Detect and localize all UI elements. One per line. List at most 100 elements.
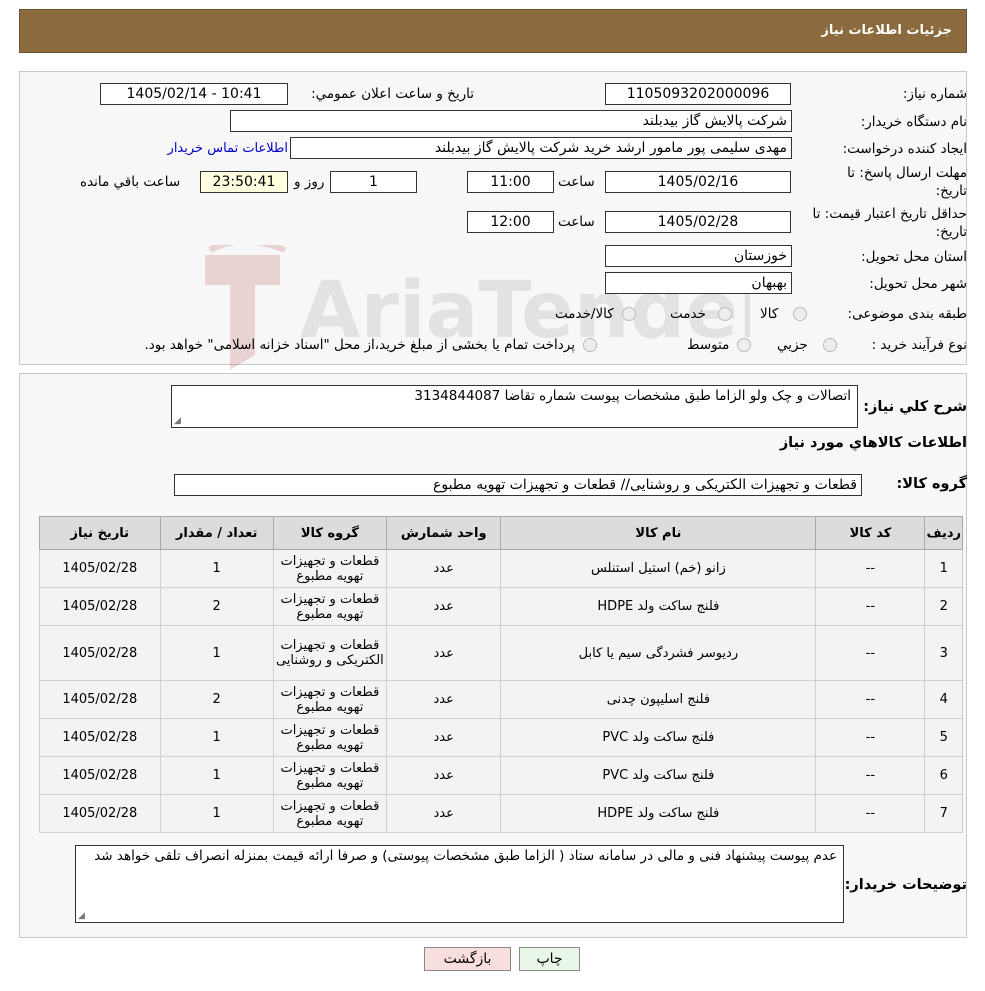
cell-group: قطعات و تجهیزات تهویه مطبوع [272, 587, 388, 626]
purchase-radio-medium[interactable] [737, 338, 751, 352]
announce-label: تاریخ و ساعت اعلان عمومي: [311, 86, 474, 102]
buyer-org-label: نام دستگاه خریدار: [860, 114, 967, 130]
validity-time-field: 12:00 [467, 211, 554, 233]
cell-group: قطعات و تجهیزات تهویه مطبوع [272, 680, 388, 719]
col-header-group: گروه کالا [272, 516, 388, 550]
cell-unit: عدد [386, 794, 502, 833]
items-table: رديف کد کالا نام کالا واحد شمارش گروه کا… [39, 516, 963, 833]
back-button[interactable]: بازگشت [424, 947, 511, 971]
province-label: استان محل تحویل: [861, 249, 967, 265]
resize-handle-icon[interactable]: ◢ [174, 416, 181, 426]
category-label: طبقه بندی موضوعی: [847, 306, 967, 322]
col-header-quantity: تعداد / مقدار [159, 516, 274, 550]
cell-item-code: -- [815, 680, 926, 719]
validity-label: حداقل تاریخ اعتبار قیمت: تا [812, 206, 967, 222]
table-row: 5 -- فلنج ساکت ولد PVC عدد قطعات و تجهیز… [39, 718, 963, 757]
cell-item-name: زانو (خم) استیل استنلس [500, 549, 817, 588]
cell-unit: عدد [386, 625, 502, 681]
resize-handle-icon[interactable]: ◢ [78, 911, 85, 921]
creator-label: ایجاد کننده درخواست: [842, 141, 967, 157]
cell-item-code: -- [815, 794, 926, 833]
summary-text: اتصالات و چک ولو الزاما طبق مشخصات پیوست… [414, 388, 851, 404]
col-header-need-date: تاريخ نياز [39, 516, 161, 550]
table-header-row: رديف کد کالا نام کالا واحد شمارش گروه کا… [39, 516, 963, 550]
buyer-notes-field: عدم پیوست پیشنهاد فنی و مالی در سامانه س… [75, 845, 844, 923]
table-row: 7 -- فلنج ساکت ولد HDPE عدد قطعات و تجهی… [39, 794, 963, 833]
cell-need-date: 1405/02/28 [39, 587, 161, 626]
validity-time-label: ساعت [558, 214, 595, 230]
announce-date-field: 1405/02/14 - 10:41 [100, 83, 288, 105]
cell-item-code: -- [815, 718, 926, 757]
buyer-contact-link[interactable]: اطلاعات تماس خریدار [168, 141, 288, 156]
cell-item-name: فلنج اسلیپون چدنی [500, 680, 817, 719]
table-row: 1 -- زانو (خم) استیل استنلس عدد قطعات و … [39, 549, 963, 588]
cell-need-date: 1405/02/28 [39, 794, 161, 833]
purchase-note: پرداخت تمام یا بخشی از مبلغ خرید،از محل … [144, 337, 575, 353]
cell-row-number: 3 [924, 625, 963, 681]
cell-quantity: 2 [159, 587, 274, 626]
page-header: جزئیات اطلاعات نیاز [19, 9, 967, 53]
summary-label: شرح کلي نياز: [863, 399, 967, 415]
purchase-radio-minor[interactable] [823, 338, 837, 352]
cell-need-date: 1405/02/28 [39, 625, 161, 681]
cell-quantity: 1 [159, 549, 274, 588]
purchase-option-medium: متوسط [687, 337, 730, 353]
cell-item-code: -- [815, 549, 926, 588]
buyer-notes-label: توضيحات خريدار: [844, 877, 967, 893]
cell-group: قطعات و تجهیزات تهویه مطبوع [272, 549, 388, 588]
cell-item-code: -- [815, 587, 926, 626]
goods-group-label: گروه کالا: [896, 476, 967, 492]
table-row: 4 -- فلنج اسلیپون چدنی عدد قطعات و تجهیز… [39, 680, 963, 719]
city-label: شهر محل تحویل: [869, 276, 967, 292]
cell-group: قطعات و تجهیزات الکتریکی و روشنایی [272, 625, 388, 681]
validity-date-field: 1405/02/28 [605, 211, 791, 233]
summary-field: اتصالات و چک ولو الزاما طبق مشخصات پیوست… [171, 385, 858, 428]
cell-row-number: 5 [924, 718, 963, 757]
cell-item-name: فلنج ساکت ولد PVC [500, 718, 817, 757]
cell-need-date: 1405/02/28 [39, 680, 161, 719]
category-radio-goods[interactable] [793, 307, 807, 321]
cell-row-number: 2 [924, 587, 963, 626]
need-number-field: 1105093202000096 [605, 83, 791, 105]
cell-item-name: فلنج ساکت ولد HDPE [500, 794, 817, 833]
cell-item-name: فلنج ساکت ولد PVC [500, 756, 817, 795]
table-row: 3 -- ردیوسر فشردگی سیم یا کابل عدد قطعات… [39, 625, 963, 681]
category-radio-service[interactable] [718, 307, 732, 321]
category-radio-goods-service[interactable] [622, 307, 636, 321]
col-header-item-name: نام کالا [500, 516, 817, 550]
cell-row-number: 1 [924, 549, 963, 588]
purchase-type-label: نوع فرآیند خرید : [871, 337, 967, 353]
buyer-notes-text: عدم پیوست پیشنهاد فنی و مالی در سامانه س… [94, 848, 837, 864]
col-header-row-number: رديف [924, 516, 963, 550]
purchase-radio-treasury[interactable] [583, 338, 597, 352]
cell-unit: عدد [386, 756, 502, 795]
table-row: 6 -- فلنج ساکت ولد PVC عدد قطعات و تجهیز… [39, 756, 963, 795]
cell-need-date: 1405/02/28 [39, 549, 161, 588]
cell-quantity: 1 [159, 718, 274, 757]
deadline-time-field: 11:00 [467, 171, 554, 193]
items-table-wrapper: رديف کد کالا نام کالا واحد شمارش گروه کا… [39, 516, 963, 833]
cell-item-code: -- [815, 625, 926, 681]
cell-group: قطعات و تجهیزات تهویه مطبوع [272, 794, 388, 833]
goods-group-field: قطعات و تجهیزات الکتریکی و روشنایی// قطع… [174, 474, 862, 496]
deadline-time-label: ساعت [558, 174, 595, 190]
print-button[interactable]: چاپ [519, 947, 580, 971]
deadline-date-field: 1405/02/16 [605, 171, 791, 193]
creator-field: مهدی سلیمی پور مامور ارشد خرید شرکت پالا… [290, 137, 792, 159]
deadline-label: مهلت ارسال پاسخ: تا [847, 165, 967, 181]
remaining-label: ساعت باقي مانده [80, 174, 181, 190]
goods-section-title: اطلاعات کالاهاي مورد نياز [779, 435, 967, 451]
deadline-label-date: تاریخ: [935, 183, 967, 199]
cell-item-name: فلنج ساکت ولد HDPE [500, 587, 817, 626]
cell-quantity: 2 [159, 680, 274, 719]
buyer-org-field: شرکت پالایش گاز بیدبلند [230, 110, 792, 132]
cell-item-code: -- [815, 756, 926, 795]
cell-quantity: 1 [159, 625, 274, 681]
cell-need-date: 1405/02/28 [39, 718, 161, 757]
category-option-service: خدمت [670, 306, 706, 322]
cell-group: قطعات و تجهیزات تهویه مطبوع [272, 756, 388, 795]
category-option-goods-service: کالا/خدمت [555, 306, 614, 322]
cell-unit: عدد [386, 587, 502, 626]
col-header-item-code: کد کالا [815, 516, 926, 550]
need-number-label: شماره نیاز: [902, 86, 967, 102]
